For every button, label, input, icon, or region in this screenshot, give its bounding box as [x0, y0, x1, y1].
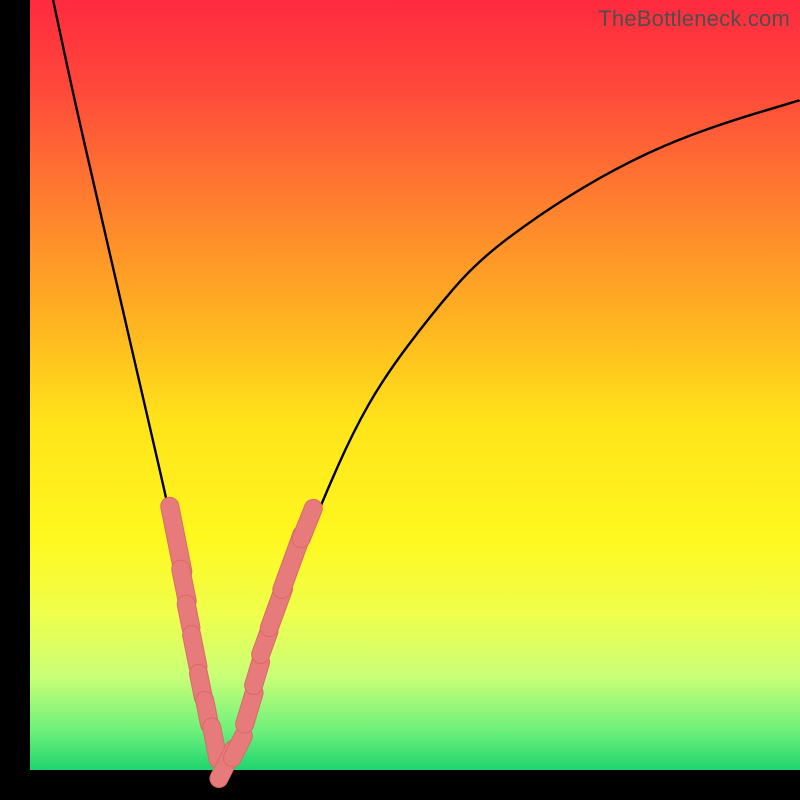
- watermark-text: TheBottleneck.com: [598, 6, 790, 32]
- bottleneck-curve: [53, 0, 800, 762]
- plot-area: [30, 0, 800, 770]
- chart-frame: TheBottleneck.com: [0, 0, 800, 800]
- bottleneck-chart-svg: [30, 0, 800, 770]
- marker-group: [159, 496, 325, 791]
- curve-marker: [289, 497, 325, 551]
